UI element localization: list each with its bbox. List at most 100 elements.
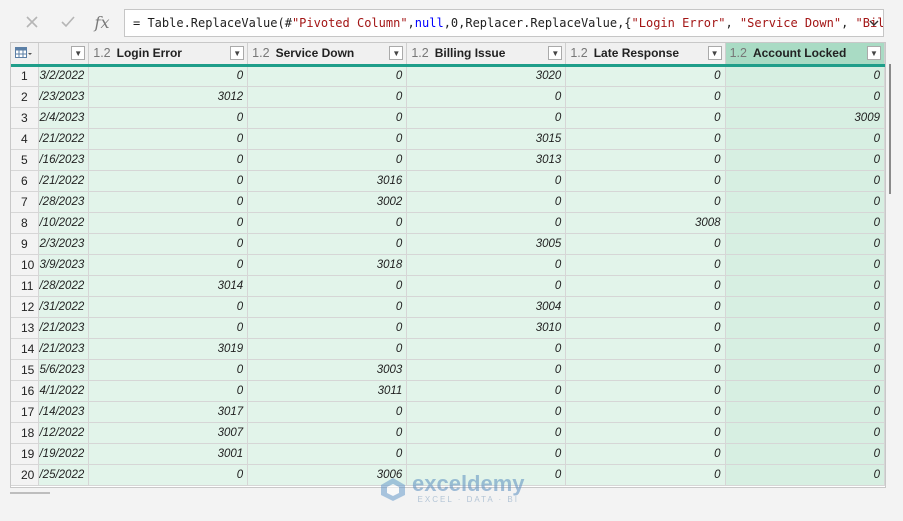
value-cell[interactable]: 0 [565,107,726,129]
row-number[interactable]: 17 [11,401,40,423]
value-cell[interactable]: 3007 [88,422,249,444]
value-cell[interactable]: 0 [725,128,885,150]
value-cell[interactable]: 0 [247,443,408,465]
row-number[interactable]: 19 [11,443,40,465]
value-cell[interactable]: 0 [88,380,249,402]
date-cell[interactable]: /25/2022 [38,464,90,486]
date-cell[interactable]: /21/2022 [38,128,90,150]
value-cell[interactable]: 0 [565,338,726,360]
value-cell[interactable]: 0 [406,422,567,444]
cancel-button[interactable] [20,10,44,34]
value-cell[interactable]: 0 [565,65,726,87]
value-cell[interactable]: 0 [725,296,885,318]
value-cell[interactable]: 0 [565,128,726,150]
value-cell[interactable]: 0 [247,317,408,339]
value-cell[interactable]: 0 [406,380,567,402]
expand-formula-button[interactable] [864,9,884,37]
value-cell[interactable]: 3020 [406,65,567,87]
value-cell[interactable]: 0 [88,464,249,486]
table-row[interactable]: 17/14/2023 3017 0 0 0 0 [11,401,885,423]
value-cell[interactable]: 0 [88,191,249,213]
value-cell[interactable]: 0 [247,86,408,108]
row-number[interactable]: 1 [11,65,40,87]
value-cell[interactable]: 0 [725,254,885,276]
value-cell[interactable]: 0 [406,212,567,234]
value-cell[interactable]: 0 [725,464,885,486]
value-cell[interactable]: 3001 [88,443,249,465]
value-cell[interactable]: 3018 [247,254,408,276]
value-cell[interactable]: 0 [725,86,885,108]
value-cell[interactable]: 0 [565,275,726,297]
value-cell[interactable]: 0 [725,233,885,255]
table-menu-button[interactable] [11,43,40,67]
table-row[interactable]: 7/28/2023 0 3002 0 0 0 [11,191,885,213]
value-cell[interactable]: 0 [88,212,249,234]
value-cell[interactable]: 0 [725,443,885,465]
scrollbar-thumb[interactable] [10,492,50,494]
value-cell[interactable]: 3010 [406,317,567,339]
value-cell[interactable]: 0 [247,275,408,297]
row-number[interactable]: 3 [11,107,40,129]
date-cell[interactable]: 2/4/2023 [38,107,90,129]
row-number[interactable]: 2 [11,86,40,108]
row-number[interactable]: 14 [11,338,40,360]
column-header-billing-issue[interactable]: 1.2 Billing Issue ▼ [406,43,567,67]
value-cell[interactable]: 3005 [406,233,567,255]
row-number[interactable]: 5 [11,149,40,171]
vertical-scrollbar[interactable] [886,42,900,488]
row-number[interactable]: 8 [11,212,40,234]
value-cell[interactable]: 0 [406,443,567,465]
value-cell[interactable]: 3004 [406,296,567,318]
row-number[interactable]: 18 [11,422,40,444]
value-cell[interactable]: 0 [88,254,249,276]
table-row[interactable]: 1 3/2/2022 0 0 3020 0 0 [11,65,885,87]
table-row[interactable]: 8/10/2022 0 0 0 3008 0 [11,212,885,234]
table-row[interactable]: 6/21/2022 0 3016 0 0 0 [11,170,885,192]
value-cell[interactable]: 0 [406,359,567,381]
value-cell[interactable]: 0 [247,296,408,318]
row-number[interactable]: 11 [11,275,40,297]
table-row[interactable]: 10 3/9/2023 0 3018 0 0 0 [11,254,885,276]
date-cell[interactable]: 2/3/2023 [38,233,90,255]
table-row[interactable]: 9 2/3/2023 0 0 3005 0 0 [11,233,885,255]
value-cell[interactable]: 0 [565,296,726,318]
date-cell[interactable]: 5/6/2023 [38,359,90,381]
table-row[interactable]: 11/28/2022 3014 0 0 0 0 [11,275,885,297]
value-cell[interactable]: 3017 [88,401,249,423]
insert-function-button[interactable]: fx [90,10,114,34]
date-cell[interactable]: /16/2023 [38,149,90,171]
row-number[interactable]: 20 [11,464,40,486]
column-header-login-error[interactable]: 1.2 Login Error ▼ [88,43,249,67]
table-row[interactable]: 19/19/2022 3001 0 0 0 0 [11,443,885,465]
value-cell[interactable]: 0 [565,401,726,423]
value-cell[interactable]: 0 [565,422,726,444]
table-row[interactable]: 16 4/1/2022 0 3011 0 0 0 [11,380,885,402]
value-cell[interactable]: 0 [247,149,408,171]
value-cell[interactable]: 0 [565,191,726,213]
value-cell[interactable]: 0 [88,359,249,381]
value-cell[interactable]: 0 [565,170,726,192]
decimal-type-icon[interactable]: 1.2 [730,46,747,60]
row-number[interactable]: 9 [11,233,40,255]
value-cell[interactable]: 0 [725,401,885,423]
value-cell[interactable]: 3012 [88,86,249,108]
table-row[interactable]: 15 5/6/2023 0 3003 0 0 0 [11,359,885,381]
value-cell[interactable]: 0 [565,359,726,381]
date-cell[interactable]: /21/2022 [38,170,90,192]
date-cell[interactable]: /23/2023 [38,86,90,108]
date-cell[interactable]: /21/2023 [38,338,90,360]
value-cell[interactable]: 0 [565,86,726,108]
filter-dropdown-button[interactable]: ▼ [230,46,245,60]
column-header-service-down[interactable]: 1.2 Service Down ▼ [247,43,408,67]
date-cell[interactable]: 4/1/2022 [38,380,90,402]
value-cell[interactable]: 3011 [247,380,408,402]
value-cell[interactable]: 0 [565,380,726,402]
value-cell[interactable]: 3013 [406,149,567,171]
value-cell[interactable]: 0 [406,191,567,213]
formula-input[interactable]: = Table.ReplaceValue(#"Pivoted Column",n… [124,9,884,37]
value-cell[interactable]: 0 [725,170,885,192]
value-cell[interactable]: 3016 [247,170,408,192]
value-cell[interactable]: 0 [88,170,249,192]
value-cell[interactable]: 3009 [725,107,885,129]
column-header-account-locked[interactable]: 1.2 Account Locked ▼ [725,43,885,67]
